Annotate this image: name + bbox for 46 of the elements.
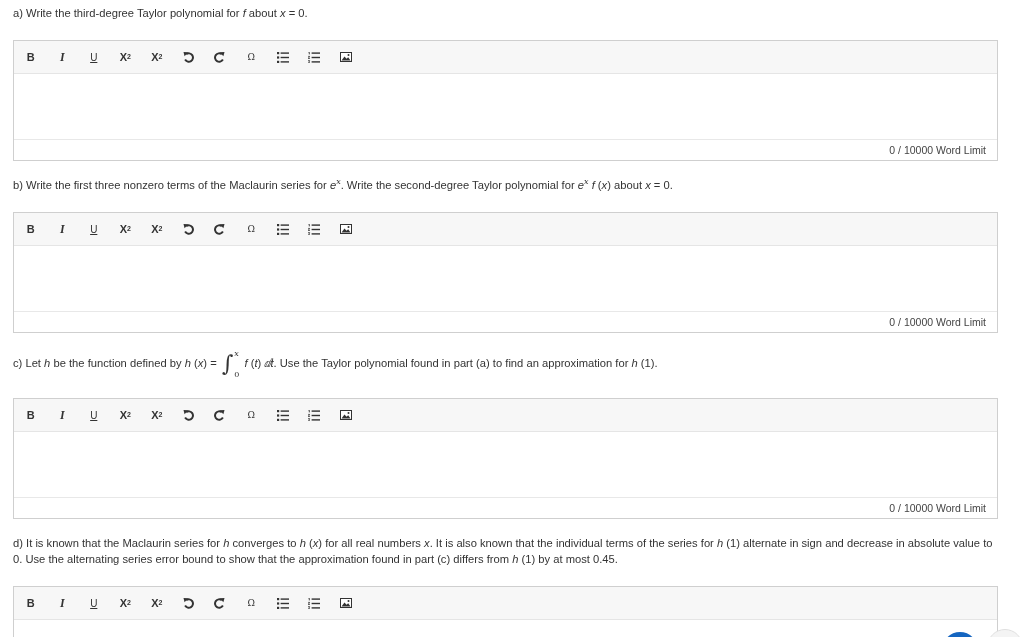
undo-icon bbox=[182, 409, 194, 421]
special-character-button[interactable]: Ω bbox=[235, 399, 267, 431]
special-character-button[interactable]: Ω bbox=[235, 587, 267, 619]
question-text: b) Write the first three nonzero terms of the Maclaurin series for e$^{x}$. Write the second-degree Taylor polynomial for e$^{x}$ f (x) about x = 0. bbox=[13, 177, 674, 193]
bullet-list-icon bbox=[276, 223, 289, 235]
italic-button[interactable]: I bbox=[46, 41, 78, 73]
bold-button[interactable]: B bbox=[15, 587, 47, 619]
underline-button[interactable]: U bbox=[78, 587, 110, 619]
redo-icon bbox=[214, 51, 226, 63]
bold-button[interactable]: B bbox=[15, 41, 47, 73]
numbered-list-icon bbox=[308, 51, 321, 63]
numbered-list-icon bbox=[308, 597, 321, 609]
italic-button[interactable]: I bbox=[46, 587, 78, 619]
question-text: a) Write the third-degree Taylor polynomial for f about x = 0. bbox=[13, 6, 309, 21]
bullet-list-icon bbox=[276, 51, 289, 63]
undo-icon bbox=[182, 223, 194, 235]
bullet-list-icon bbox=[276, 409, 289, 421]
redo-icon bbox=[214, 409, 226, 421]
italic-button[interactable]: I bbox=[46, 399, 78, 431]
undo-icon bbox=[182, 597, 194, 609]
redo-icon bbox=[214, 597, 226, 609]
image-icon bbox=[339, 598, 352, 608]
image-icon bbox=[339, 410, 352, 420]
numbered-list-icon bbox=[308, 223, 321, 235]
undo-icon bbox=[182, 51, 194, 63]
bullet-list-icon bbox=[276, 597, 289, 609]
image-icon bbox=[339, 224, 352, 234]
bold-button[interactable]: B bbox=[15, 399, 47, 431]
superscript-button[interactable]: X$^{2}$ bbox=[109, 41, 141, 73]
word-count: 0 / 10000 Word Limit bbox=[889, 144, 986, 156]
redo-icon bbox=[214, 223, 226, 235]
numbered-list-icon bbox=[308, 409, 321, 421]
question-text: d) It is known that the Maclaurin series for h converges to h (x) for all real numbers x. It is also known that the individual terms of the series for h (1) alternate in sign and decrease in absolute value to 0. Use the alternating series error bound to show that the approximation found in part (c) differs from h (1) by at most 0.45. bbox=[13, 536, 994, 567]
image-icon bbox=[339, 52, 352, 62]
special-character-button[interactable]: Ω bbox=[235, 41, 267, 73]
superscript-button[interactable]: X$^{2}$ bbox=[109, 587, 141, 619]
superscript-button[interactable]: X$^{2}$ bbox=[109, 213, 141, 245]
bold-button[interactable]: B bbox=[15, 213, 47, 245]
underline-button[interactable]: U bbox=[78, 399, 110, 431]
underline-button[interactable]: U bbox=[78, 41, 110, 73]
word-count: 0 / 10000 Word Limit bbox=[889, 502, 986, 514]
underline-button[interactable]: U bbox=[78, 213, 110, 245]
superscript-button[interactable]: X$^{2}$ bbox=[109, 399, 141, 431]
italic-button[interactable]: I bbox=[46, 213, 78, 245]
special-character-button[interactable]: Ω bbox=[235, 213, 267, 245]
word-count: 0 / 10000 Word Limit bbox=[889, 316, 986, 328]
